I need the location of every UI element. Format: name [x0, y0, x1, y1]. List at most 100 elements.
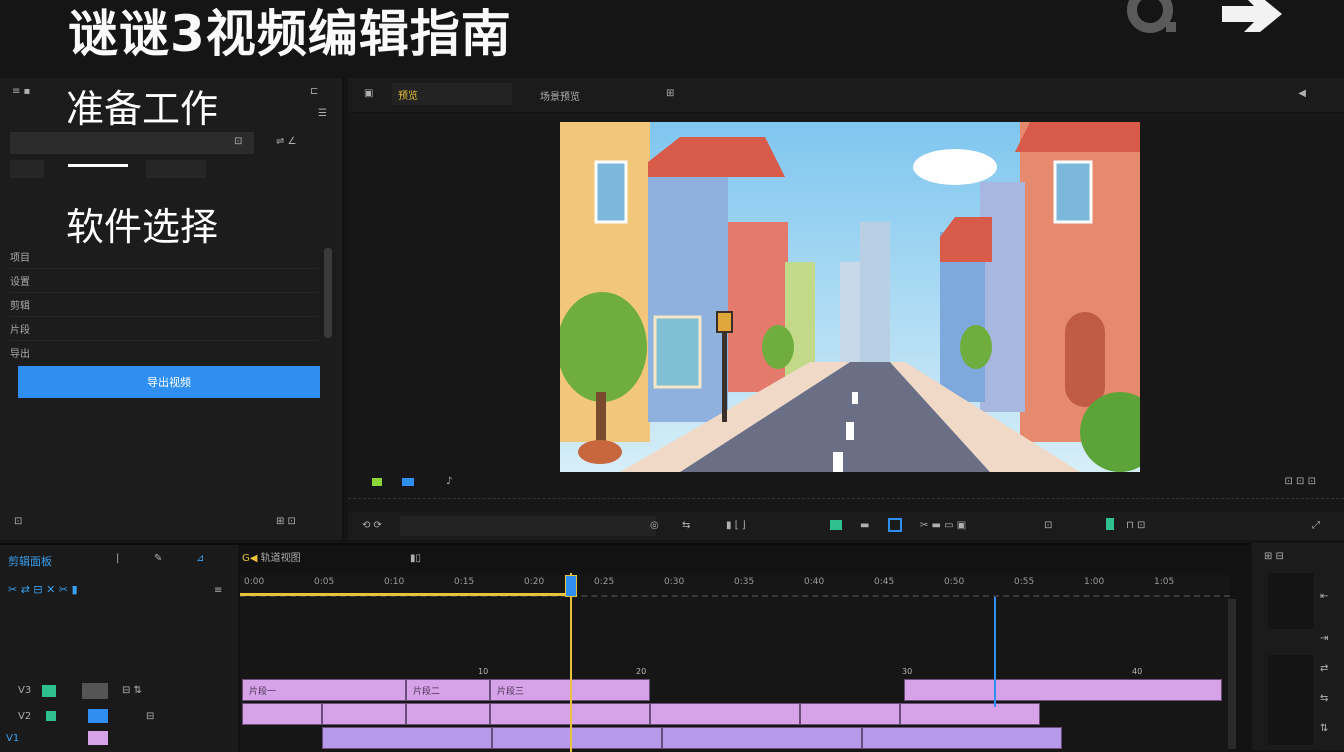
ruler-tick: 0:30	[664, 577, 685, 587]
timeline-clip[interactable]: 片段二	[406, 679, 490, 701]
right-dock: ⊞ ⊟ ⇤ ⇥ ⇄ ⇆ ⇅	[1252, 543, 1344, 750]
timeline-clip[interactable]	[322, 727, 492, 749]
timeline-clip[interactable]	[800, 703, 900, 725]
timeline-clip[interactable]	[242, 703, 322, 725]
grid-icon[interactable]: ⊞	[666, 88, 674, 99]
timeline-clip[interactable]	[904, 679, 1222, 701]
marker-tool-icon[interactable]: ⊓ ⊡	[1126, 520, 1145, 531]
track-lock-icon[interactable]: ⊟	[146, 711, 154, 722]
timeline-header: 剪辑面板	[8, 555, 52, 568]
work-area-bar	[240, 593, 570, 596]
track-label-v3: V3	[18, 685, 32, 696]
audio-tool-icon[interactable]	[1106, 518, 1114, 530]
green-marker-icon[interactable]	[372, 478, 382, 486]
panel-collapse-icon[interactable]: ⊏	[310, 86, 318, 97]
ruler-tick: 0:45	[874, 577, 895, 587]
filter-icon[interactable]: ⇌ ∠	[276, 136, 297, 147]
left-panel: ≡ ▪ ⊏ ☰ ⊡ ⇌ ∠ 准备工作 软件选择 项目 设置 剪辑 片段 导出 导…	[0, 78, 344, 540]
effects-icon[interactable]: ✂ ▬ ▭ ▣	[920, 520, 966, 531]
ruler-tick: 0:55	[1014, 577, 1035, 587]
ruler-tick: 0:15	[454, 577, 475, 587]
pen-icon[interactable]: ✎	[154, 553, 162, 564]
list-item[interactable]: 项目	[10, 244, 318, 269]
track-tools[interactable]: ✂ ⇄ ⊟ ✕ ✂ ▮	[8, 583, 78, 596]
gear-icon[interactable]	[1120, 0, 1180, 40]
tab-preview[interactable]: 预览	[392, 83, 512, 105]
timeline-scrollbar[interactable]	[1228, 599, 1236, 749]
track-visible-icon[interactable]	[42, 685, 56, 697]
title-tool-icon[interactable]	[888, 518, 902, 532]
folder-icon[interactable]: ▬	[860, 520, 869, 531]
panel-footer-icon[interactable]: ⊡	[14, 516, 22, 527]
search-icon[interactable]: ⊡	[234, 136, 242, 147]
link-icon[interactable]: ⇆	[682, 520, 690, 531]
ruler-tick: 0:40	[804, 577, 825, 587]
timeline-clip[interactable]	[406, 703, 490, 725]
track-label-v2: V2	[18, 711, 32, 722]
expand-icon[interactable]: ⤢	[1312, 520, 1320, 531]
timeline-tool-icon[interactable]: ▮▯	[410, 553, 421, 564]
panel-menu-icon[interactable]: ≡ ▪	[12, 86, 30, 97]
track-thumb	[82, 683, 108, 699]
timeline-marker[interactable]: 30	[902, 667, 912, 676]
timeline-clip[interactable]	[322, 703, 406, 725]
search-input[interactable]	[10, 132, 254, 154]
dock-expand-icon[interactable]: ⇤	[1320, 591, 1328, 602]
panel-footer-icons[interactable]: ⊞ ⊡	[276, 516, 296, 527]
timeline-clip[interactable]	[900, 703, 1040, 725]
timeline-clip[interactable]	[662, 727, 862, 749]
audio-icon[interactable]: ♪	[446, 476, 452, 487]
marker-line[interactable]	[994, 597, 996, 707]
timeline-panel: 剪辑面板 | ✎ ⊿ ✂ ⇄ ⊟ ✕ ✂ ▮ ≡ V3 ⊟ ⇅ V2 ⊟ V1 …	[0, 543, 1250, 752]
dock-menu-icon[interactable]: ⊞ ⊟	[1264, 551, 1284, 562]
preview-toolbar: ▣ 预览 场景预览 ⊞ ◀	[348, 78, 1344, 113]
dock-arrow-icon[interactable]: ⇅	[1320, 723, 1328, 734]
timeline-marker[interactable]: 40	[1132, 667, 1142, 676]
track-thumb	[88, 709, 108, 723]
scrollbar[interactable]	[324, 248, 332, 338]
tab-timeline[interactable]: G◀ 轨道视图	[242, 549, 392, 564]
ruler-tick: 0:50	[944, 577, 965, 587]
toggle-chip[interactable]	[10, 160, 44, 178]
timeline-clip[interactable]	[492, 727, 662, 749]
dock-arrow-icon[interactable]: ⇆	[1320, 693, 1328, 704]
scrub-bar[interactable]	[348, 498, 1344, 505]
split-icon[interactable]: ▮ ⌊ ⌋	[726, 520, 746, 531]
timeline-area[interactable]: 0:00 0:05 0:10 0:15 0:20 0:25 0:30 0:35 0:40 0:45…	[240, 573, 1236, 752]
timeline-marker[interactable]: 20	[636, 667, 646, 676]
undo-icon[interactable]: ⟲ ⟳	[362, 520, 382, 531]
export-button[interactable]: 导出视频	[18, 366, 320, 398]
timeline-marker[interactable]: 10	[478, 667, 488, 676]
list-item[interactable]: 导出	[10, 340, 318, 364]
list-item-label: 片段	[10, 324, 30, 336]
snapshot-icon[interactable]: ◎	[650, 520, 659, 531]
layers-icon[interactable]: ⊡	[1044, 520, 1052, 531]
timeline-clip[interactable]: 片段一	[242, 679, 406, 701]
timeline-clip[interactable]	[862, 727, 1062, 749]
text-tool-icon[interactable]	[830, 520, 842, 530]
magnet-icon[interactable]: ⊿	[196, 553, 204, 564]
dock-arrow-icon[interactable]: ⇄	[1320, 663, 1328, 674]
panel-list-icon[interactable]: ☰	[318, 108, 327, 119]
track-visible-icon[interactable]	[46, 711, 56, 721]
list-item[interactable]: 剪辑	[10, 292, 318, 317]
playhead[interactable]	[570, 573, 572, 752]
zoom-controls[interactable]: ⊡ ⊡ ⊡	[1285, 476, 1317, 487]
overlay-step2: 软件选择	[66, 205, 219, 249]
playhead-handle[interactable]	[565, 575, 577, 597]
list-item[interactable]: 片段	[10, 316, 318, 341]
timeline-clip[interactable]	[650, 703, 800, 725]
blue-marker-icon[interactable]	[402, 478, 414, 486]
track-menu-icon[interactable]: ≡	[214, 585, 222, 596]
filter-chip[interactable]	[146, 160, 206, 178]
layout-icon[interactable]: ▣	[364, 88, 373, 99]
share-arrow-icon[interactable]	[1220, 0, 1284, 40]
ruler-tick: 0:05	[314, 577, 335, 587]
preview-canvas[interactable]	[560, 122, 1140, 472]
timecode-field[interactable]	[400, 516, 656, 536]
dock-collapse-icon[interactable]: ⇥	[1320, 633, 1328, 644]
top-icons	[1120, 0, 1284, 40]
list-item[interactable]: 设置	[10, 268, 318, 293]
mute-icon[interactable]: ◀	[1298, 88, 1306, 99]
track-lock-icon[interactable]: ⊟ ⇅	[122, 685, 142, 696]
